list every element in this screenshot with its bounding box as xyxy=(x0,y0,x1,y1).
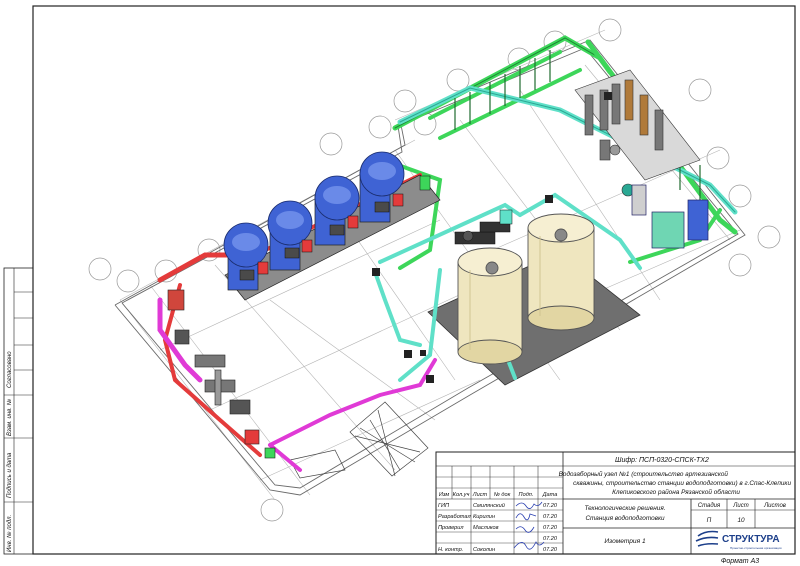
sheet-format: Формат А3 xyxy=(721,558,759,565)
name-norm-control: Соколин xyxy=(473,547,495,553)
project-line-3: Клепиковского района Рязанской области xyxy=(612,488,740,496)
stage-value: П xyxy=(707,517,712,524)
grid-axis-markers xyxy=(88,18,781,522)
date-checker: 07.20 xyxy=(543,525,558,531)
role-gip: ГИП xyxy=(438,503,450,509)
role-norm-control: Н. контр. xyxy=(438,547,463,553)
company-name: СТРУКТУРА xyxy=(722,534,780,545)
date-gip: 07.20 xyxy=(543,503,558,509)
filter-tank-2 xyxy=(267,200,313,246)
filter-tank-4 xyxy=(359,151,405,197)
col-list: Лист xyxy=(472,492,488,498)
stage-header: Стадия xyxy=(698,503,721,509)
storage-tank-1 xyxy=(457,247,523,365)
sheet-header: Лист xyxy=(732,503,748,509)
project-line-2: скважины, строительство станции водоподг… xyxy=(573,479,791,487)
side-strip: Согласовано Взам. инв. № Подпись и дата … xyxy=(3,267,34,555)
date-row-4: 07.20 xyxy=(543,536,558,542)
name-checker: Масликов xyxy=(473,525,499,531)
company-logo: СТРУКТУРА Проектно-строительная организа… xyxy=(695,530,782,550)
role-developer: Разработал xyxy=(438,514,471,520)
filter-tank-3 xyxy=(314,175,360,221)
project-line-1: Водозаборный узел №1 (строительство арте… xyxy=(559,470,729,478)
section-line-2: Станция водоподготовки xyxy=(585,514,665,522)
col-izm: Изм xyxy=(439,492,450,498)
col-koluch: Кол.уч xyxy=(453,492,470,498)
logo-mark-icon xyxy=(695,530,719,547)
name-developer: Кирилин xyxy=(473,514,495,520)
date-developer: 07.20 xyxy=(543,514,558,520)
role-checker: Проверил xyxy=(438,525,464,531)
isometric-drawing xyxy=(88,18,781,522)
col-podp: Подп. xyxy=(519,492,534,498)
date-norm-control: 07.20 xyxy=(543,547,558,553)
storage-tank-2 xyxy=(527,213,595,331)
stair-pit xyxy=(289,401,429,479)
filter-tank-1 xyxy=(223,222,269,268)
dosing-tanks xyxy=(631,184,709,249)
col-data: Дата xyxy=(542,492,558,498)
sheet-value: 10 xyxy=(737,517,745,524)
side-agreed: Согласовано xyxy=(7,351,13,388)
name-gip: Смилянский xyxy=(473,502,505,509)
company-tagline: Проектно-строительная организация xyxy=(730,546,782,550)
title-block-text: Шифр: ПСП-0320-СПСК-ТХ2 Водозаборный узе… xyxy=(438,457,791,553)
membrane-rack xyxy=(574,69,701,197)
section-line-1: Технологические решения. xyxy=(584,505,665,512)
side-inv-vzam: Взам. инв. № xyxy=(6,398,13,436)
signature-scribbles xyxy=(513,501,545,550)
side-sign-date: Подпись и дата xyxy=(7,452,13,498)
drawing-code: Шифр: ПСП-0320-СПСК-ТХ2 xyxy=(615,457,709,464)
sheets-header: Листов xyxy=(763,503,786,509)
drawing-sheet: Согласовано Взам. инв. № Подпись и дата … xyxy=(3,5,796,565)
drawing-title: Изометрия 1 xyxy=(604,538,646,545)
side-inv-podl: Инв. № подл. xyxy=(6,515,13,552)
col-ndok: № док xyxy=(494,492,511,498)
